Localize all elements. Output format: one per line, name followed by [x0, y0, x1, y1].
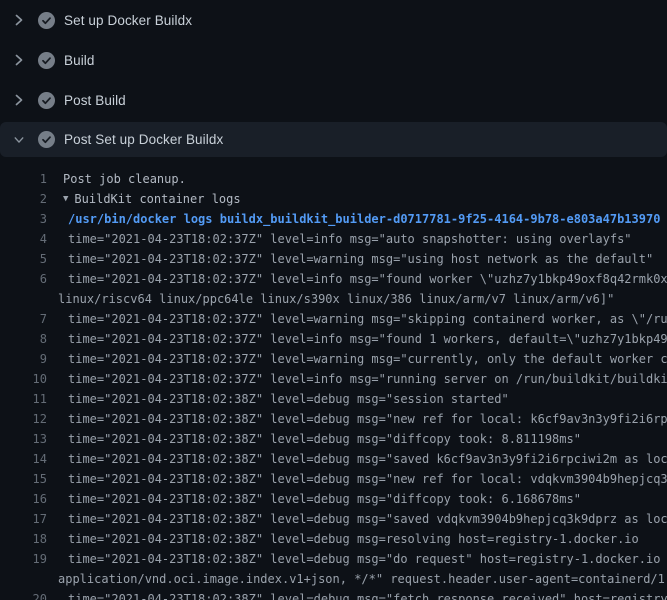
log-line-number[interactable]: 3 [0, 209, 47, 229]
log-line: 12 time="2021-04-23T18:02:38Z" level=debu… [0, 409, 667, 429]
log-line: 9 time="2021-04-23T18:02:37Z" level=warni… [0, 349, 667, 369]
log-line-number[interactable]: 13 [0, 429, 47, 449]
log-line-number[interactable]: 15 [0, 469, 47, 489]
log-line-number[interactable]: 14 [0, 449, 47, 469]
log-line: 13 time="2021-04-23T18:02:38Z" level=debu… [0, 429, 667, 449]
log-line-number[interactable]: 20 [0, 589, 47, 600]
log-text: time="2021-04-23T18:02:37Z" level=info m… [68, 229, 632, 249]
log-group-title: BuildKit container logs [74, 189, 240, 209]
log-line-number[interactable]: 7 [0, 309, 47, 329]
check-circle-icon [38, 12, 55, 29]
log-line: 4 time="2021-04-23T18:02:37Z" level=info … [0, 229, 667, 249]
log-line-number[interactable]: 6 [0, 269, 47, 289]
log-line: application/vnd.oci.image.index.v1+json,… [0, 569, 667, 589]
log-text: time="2021-04-23T18:02:38Z" level=debug … [68, 509, 667, 529]
log-text: time="2021-04-23T18:02:37Z" level=warnin… [68, 249, 653, 269]
step-row-post-set-up-docker-buildx[interactable]: Post Set up Docker Buildx [0, 122, 667, 157]
step-row-post-build[interactable]: Post Build [0, 80, 667, 120]
log-text: time="2021-04-23T18:02:38Z" level=debug … [68, 469, 667, 489]
log-text: time="2021-04-23T18:02:38Z" level=debug … [68, 409, 667, 429]
log-line: 19 time="2021-04-23T18:02:38Z" level=debu… [0, 549, 667, 569]
log-text: time="2021-04-23T18:02:37Z" level=info m… [68, 269, 667, 289]
log-line-number[interactable]: 17 [0, 509, 47, 529]
log-line: 5 time="2021-04-23T18:02:37Z" level=warni… [0, 249, 667, 269]
log-line: 1 Post job cleanup. [0, 169, 667, 189]
log-text: time="2021-04-23T18:02:37Z" level=info m… [68, 369, 667, 389]
chevron-right-icon [14, 94, 24, 106]
check-circle-icon [38, 92, 55, 109]
log-line: 18 time="2021-04-23T18:02:38Z" level=debu… [0, 529, 667, 549]
log-line-number[interactable]: 19 [0, 549, 47, 569]
log-line: 3/usr/bin/docker logs buildx_buildkit_bu… [0, 209, 667, 229]
log-line: linux/riscv64 linux/ppc64le linux/s390x … [0, 289, 667, 309]
log-line: 2 ▼ BuildKit container logs [0, 189, 667, 209]
log-line: 8 time="2021-04-23T18:02:37Z" level=info … [0, 329, 667, 349]
log-line-number[interactable]: 12 [0, 409, 47, 429]
log-line: 6 time="2021-04-23T18:02:37Z" level=info … [0, 269, 667, 289]
step-label: Set up Docker Buildx [64, 13, 192, 28]
log-line-number[interactable]: 2 [0, 189, 47, 209]
step-label: Post Build [64, 93, 126, 108]
log-text: time="2021-04-23T18:02:38Z" level=debug … [68, 549, 667, 569]
log-pane: 1 Post job cleanup. 2 ▼ BuildKit container l… [0, 160, 667, 600]
log-group-collapse-icon[interactable]: ▼ [63, 189, 68, 209]
log-line-number [0, 289, 47, 309]
log-line: 10 time="2021-04-23T18:02:37Z" level=info… [0, 369, 667, 389]
log-text: linux/riscv64 linux/ppc64le linux/s390x … [58, 289, 614, 309]
log-text: time="2021-04-23T18:02:38Z" level=debug … [68, 529, 639, 549]
log-text: time="2021-04-23T18:02:38Z" level=debug … [68, 429, 581, 449]
log-text: time="2021-04-23T18:02:38Z" level=debug … [68, 589, 667, 600]
log-text: time="2021-04-23T18:02:38Z" level=debug … [68, 449, 667, 469]
log-line-number[interactable]: 8 [0, 329, 47, 349]
check-circle-icon [38, 131, 55, 148]
log-line-number[interactable]: 4 [0, 229, 47, 249]
chevron-right-icon [14, 14, 24, 26]
log-text: application/vnd.oci.image.index.v1+json,… [58, 569, 667, 589]
log-line: 15 time="2021-04-23T18:02:38Z" level=debu… [0, 469, 667, 489]
step-label: Post Set up Docker Buildx [64, 132, 223, 147]
log-line-number[interactable]: 10 [0, 369, 47, 389]
log-text: time="2021-04-23T18:02:38Z" level=debug … [68, 389, 509, 409]
check-circle-icon [38, 52, 55, 69]
log-line: 7 time="2021-04-23T18:02:37Z" level=warni… [0, 309, 667, 329]
chevron-down-icon [14, 134, 24, 146]
log-line-number[interactable]: 1 [0, 169, 47, 189]
step-row-set-up-docker-buildx[interactable]: Set up Docker Buildx [0, 0, 667, 40]
log-line-number[interactable]: 11 [0, 389, 47, 409]
log-line: 14 time="2021-04-23T18:02:38Z" level=debu… [0, 449, 667, 469]
log-line-number[interactable]: 18 [0, 529, 47, 549]
log-line-number[interactable]: 5 [0, 249, 47, 269]
log-line: 16 time="2021-04-23T18:02:38Z" level=debu… [0, 489, 667, 509]
log-text: time="2021-04-23T18:02:37Z" level=warnin… [68, 349, 667, 369]
log-command-text: /usr/bin/docker logs buildx_buildkit_bui… [68, 209, 660, 229]
step-row-build[interactable]: Build [0, 40, 667, 80]
step-label: Build [64, 53, 95, 68]
log-text: Post job cleanup. [63, 169, 186, 189]
log-line: 17 time="2021-04-23T18:02:38Z" level=debu… [0, 509, 667, 529]
log-text: time="2021-04-23T18:02:37Z" level=warnin… [68, 309, 667, 329]
log-line-number[interactable]: 16 [0, 489, 47, 509]
steps-list: Set up Docker Buildx Build Post Build Po… [0, 0, 667, 157]
log-line-number[interactable]: 9 [0, 349, 47, 369]
log-text: time="2021-04-23T18:02:37Z" level=info m… [68, 329, 667, 349]
log-text: time="2021-04-23T18:02:38Z" level=debug … [68, 489, 581, 509]
chevron-right-icon [14, 54, 24, 66]
log-line: 11 time="2021-04-23T18:02:38Z" level=debu… [0, 389, 667, 409]
log-line: 20 time="2021-04-23T18:02:38Z" level=debu… [0, 589, 667, 600]
log-group-row: ▼ BuildKit container logs [63, 189, 241, 209]
log-line-number [0, 569, 47, 589]
